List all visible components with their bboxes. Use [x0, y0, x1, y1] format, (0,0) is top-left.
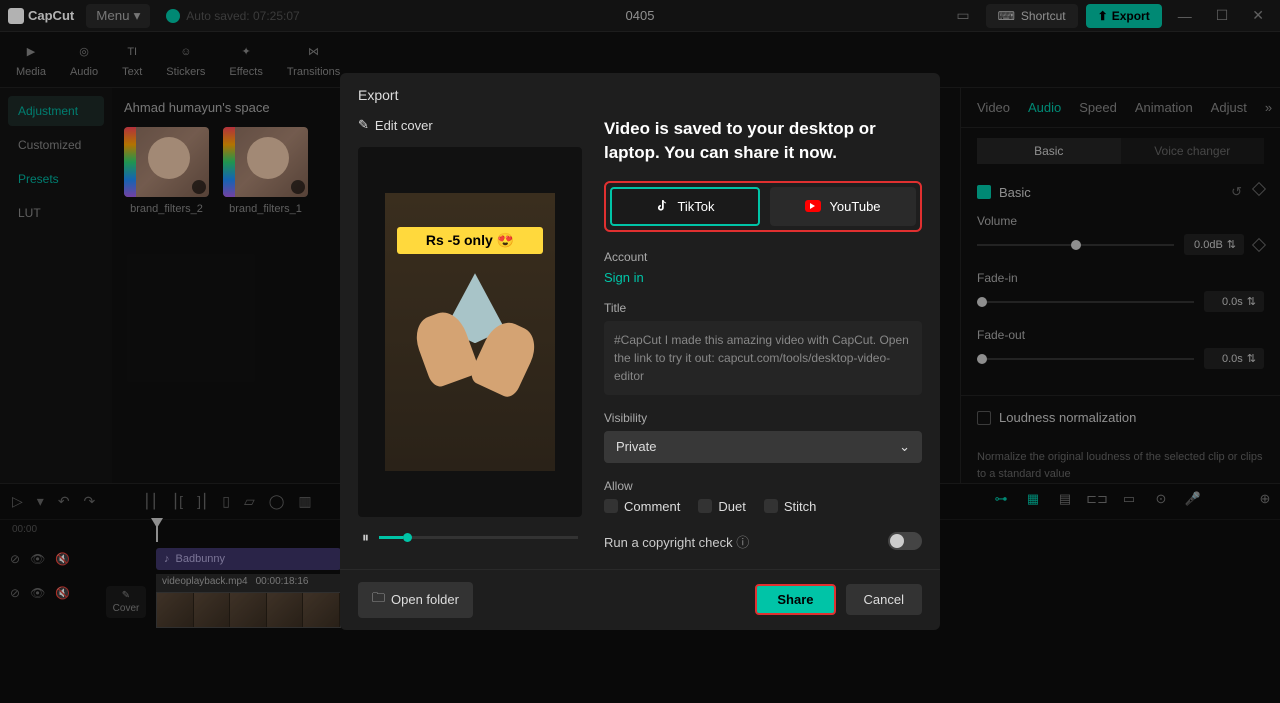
youtube-button[interactable]: YouTube — [770, 187, 916, 226]
tiktok-icon — [655, 199, 669, 213]
signin-link[interactable]: Sign in — [604, 270, 922, 285]
tiktok-button[interactable]: TikTok — [610, 187, 760, 226]
allow-label: Allow — [604, 479, 922, 493]
preview-column: ✎ Edit cover Rs -5 only 😍 ⏸ — [358, 117, 582, 551]
video-preview: Rs -5 only 😍 — [358, 147, 582, 517]
copyright-row: Run a copyright check ⓘ — [604, 532, 922, 551]
edit-cover-button[interactable]: ✎ Edit cover — [358, 117, 582, 133]
stitch-label: Stitch — [784, 499, 817, 514]
info-icon[interactable]: ⓘ — [736, 535, 749, 550]
duet-checkbox[interactable] — [698, 499, 712, 513]
visibility-label: Visibility — [604, 411, 922, 425]
share-heading: Video is saved to your desktop or laptop… — [604, 117, 922, 165]
comment-label: Comment — [624, 499, 680, 514]
title-textarea[interactable]: #CapCut I made this amazing video with C… — [604, 321, 922, 395]
open-folder-button[interactable]: 🗀 Open folder — [358, 582, 473, 618]
account-label: Account — [604, 250, 922, 264]
folder-icon: 🗀 — [372, 589, 385, 611]
copyright-toggle[interactable] — [888, 532, 922, 550]
duet-label: Duet — [718, 499, 745, 514]
export-modal: Export ✎ Edit cover Rs -5 only 😍 — [340, 73, 940, 630]
modal-footer: 🗀 Open folder Share Cancel — [340, 569, 940, 630]
comment-checkbox[interactable] — [604, 499, 618, 513]
modal-title: Export — [340, 73, 940, 117]
youtube-icon — [805, 200, 821, 212]
platform-selector: TikTok YouTube — [604, 181, 922, 232]
pencil-icon: ✎ — [358, 117, 369, 133]
progress-bar[interactable] — [379, 536, 578, 539]
title-label: Title — [604, 301, 922, 315]
allow-options: Comment Duet Stitch — [604, 499, 922, 514]
share-column: Video is saved to your desktop or laptop… — [604, 117, 922, 551]
copyright-label: Run a copyright check — [604, 535, 733, 550]
preview-controls: ⏸ — [358, 529, 582, 546]
cancel-button[interactable]: Cancel — [846, 584, 922, 615]
modal-overlay: Export ✎ Edit cover Rs -5 only 😍 — [0, 0, 1280, 703]
pause-button[interactable]: ⏸ — [362, 529, 369, 546]
chevron-down-icon: ⌄ — [899, 439, 910, 455]
stitch-checkbox[interactable] — [764, 499, 778, 513]
overlay-text: Rs -5 only 😍 — [397, 227, 543, 254]
share-button[interactable]: Share — [755, 584, 835, 615]
visibility-select[interactable]: Private ⌄ — [604, 431, 922, 463]
